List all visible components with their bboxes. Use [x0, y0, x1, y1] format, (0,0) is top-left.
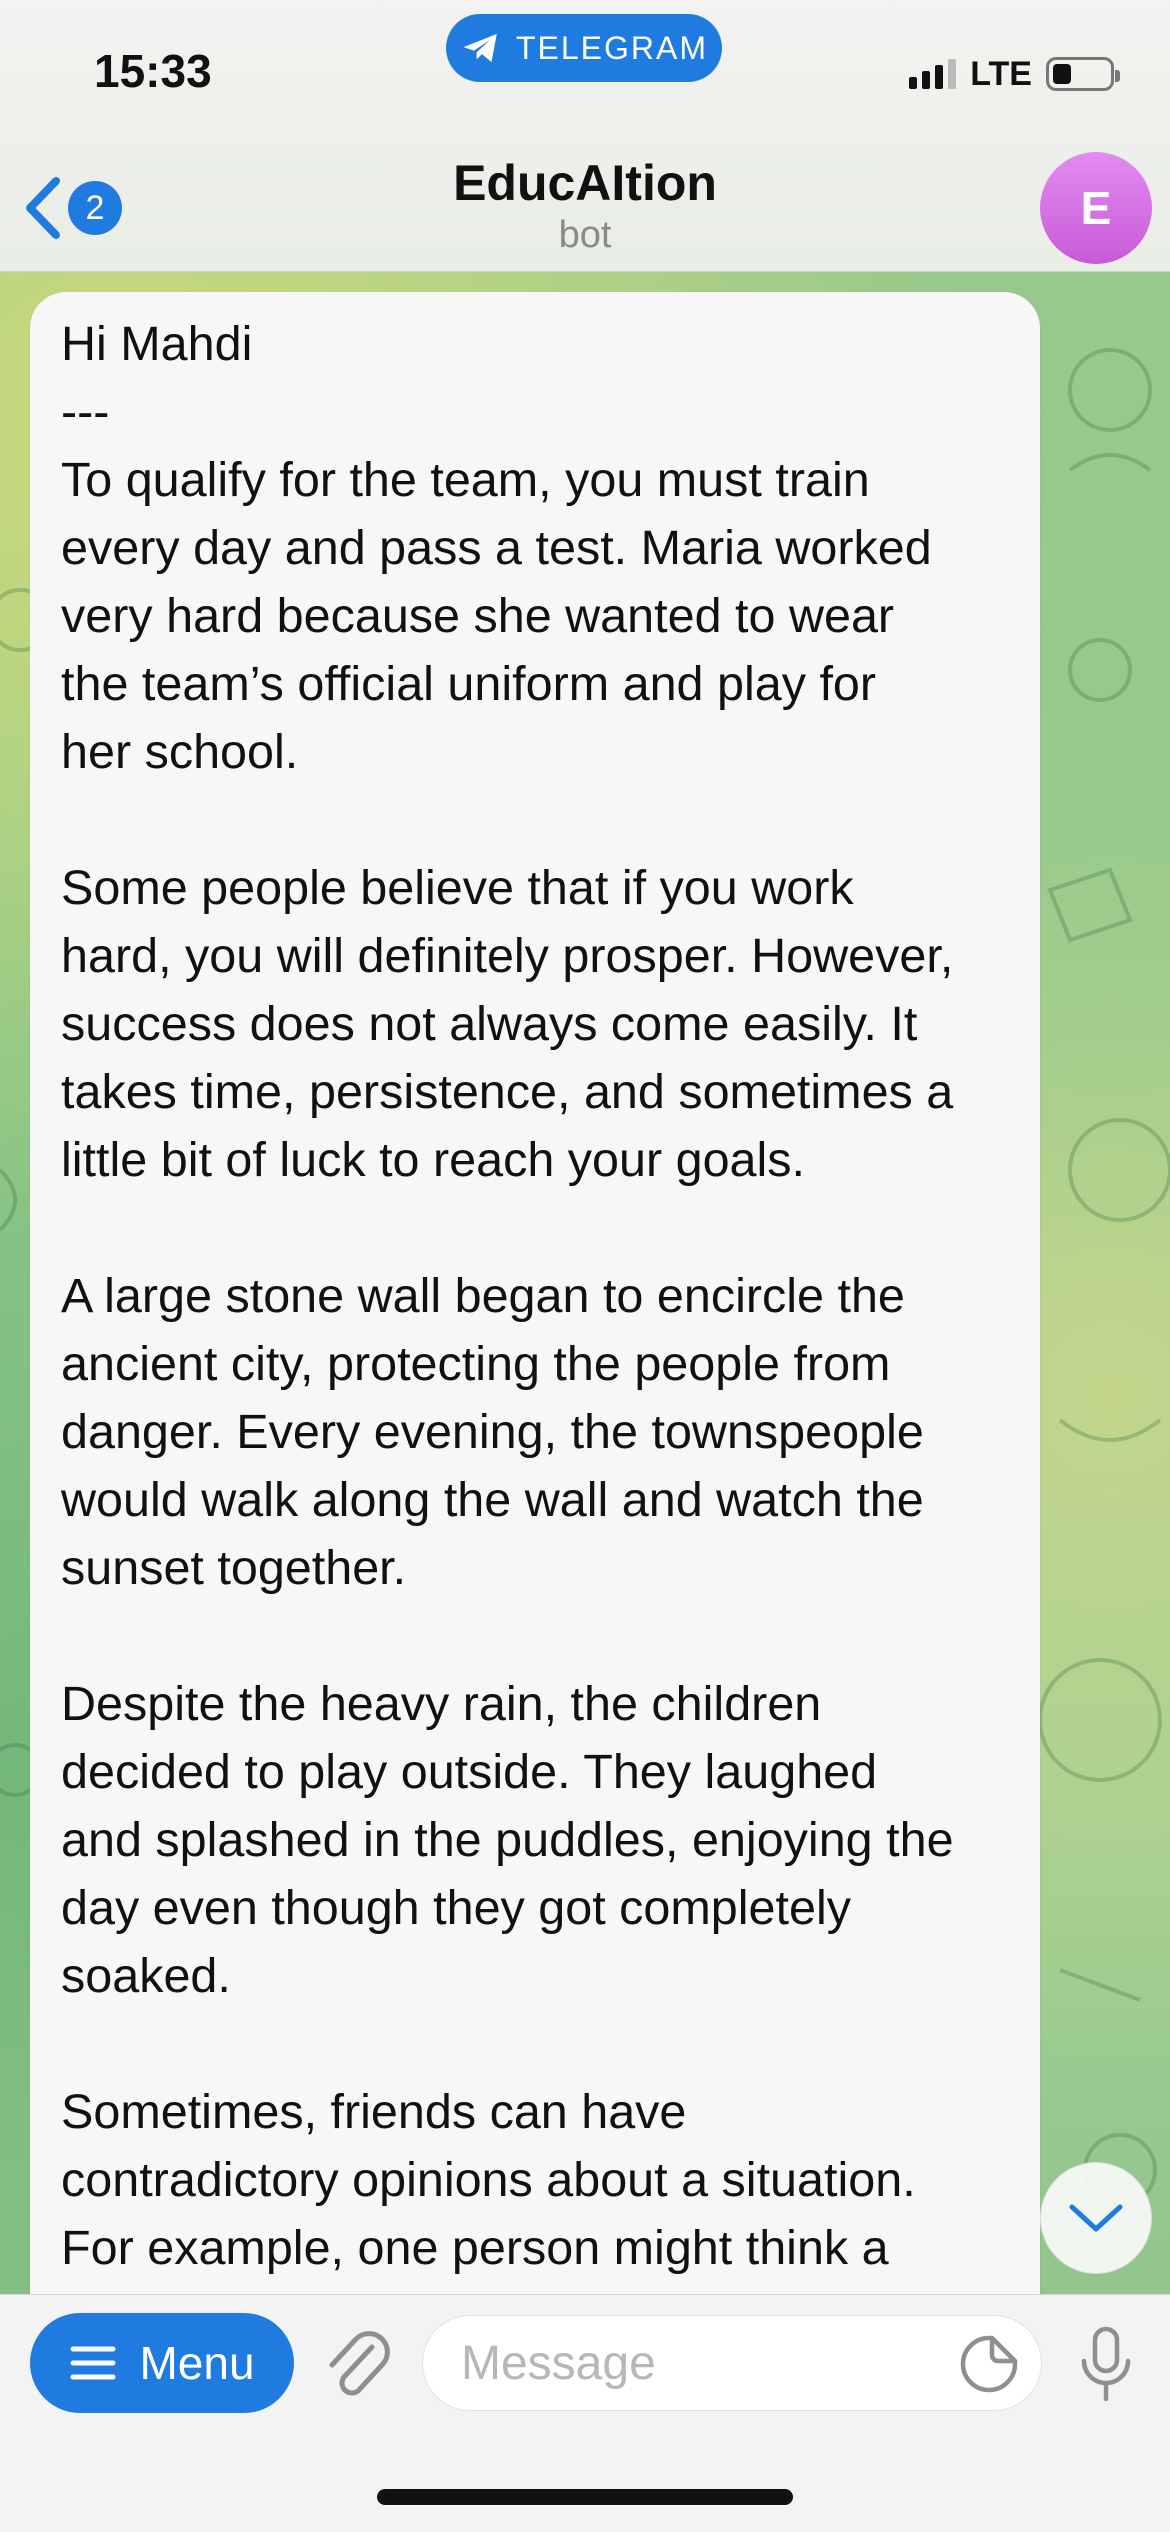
scroll-to-bottom-button[interactable] [1040, 2162, 1152, 2274]
message-line: every day and pass a test. Maria worked [61, 521, 932, 575]
signal-icon [909, 59, 957, 89]
home-indicator [377, 2489, 793, 2505]
message-line [61, 1194, 1010, 1262]
microphone-icon[interactable] [1076, 2325, 1136, 2405]
message-bubble[interactable]: Hi Mahdi --- To qualify for the team, you … [30, 292, 1040, 2332]
telegram-pill-label: TELEGRAM [515, 29, 709, 66]
message-line: success does not always come easily. It [61, 997, 918, 1051]
status-indicators: LTE [909, 52, 1120, 96]
message-line [61, 2010, 1010, 2078]
message-line: and splashed in the puddles, enjoying th… [61, 1813, 954, 1867]
message-line: contradictory opinions about a situation… [61, 2153, 916, 2207]
message-line: To qualify for the team, you must train [61, 453, 870, 507]
message-line: takes time, persistence, and sometimes a [61, 1065, 954, 1119]
message-input[interactable]: Message [422, 2315, 1042, 2411]
chat-avatar[interactable]: E [1040, 152, 1152, 264]
chat-subtitle: bot [558, 214, 612, 256]
message-line: Despite the heavy rain, the children [61, 1677, 822, 1731]
message-line: Hi Mahdi [61, 317, 253, 371]
message-line: For example, one person might think a [61, 2221, 889, 2275]
message-line: soaked. [61, 1949, 231, 2003]
message-line: would walk along the wall and watch the [61, 1473, 924, 1527]
message-line: sunset together. [61, 1541, 407, 1595]
chevron-down-icon [1069, 2204, 1123, 2232]
network-type: LTE [970, 54, 1032, 93]
message-line: ancient city, protecting the people from [61, 1337, 891, 1391]
telegram-return-pill[interactable]: TELEGRAM [446, 14, 722, 82]
message-line: her school. [61, 725, 299, 779]
message-line: very hard because she wanted to wear [61, 589, 895, 643]
menu-label: Menu [139, 2337, 255, 2389]
menu-lines-icon [70, 2346, 116, 2380]
paperclip-icon[interactable] [320, 2325, 396, 2405]
message-line: Some people believe that if you work [61, 861, 854, 915]
sticker-icon[interactable] [958, 2333, 1020, 2395]
message-line [61, 1602, 1010, 1670]
message-line: the team’s official uniform and play for [61, 657, 877, 711]
message-line: little bit of luck to reach your goals. [61, 1133, 806, 1187]
telegram-plane-icon [463, 34, 497, 62]
bot-menu-button[interactable]: Menu [30, 2313, 294, 2413]
message-line: hard, you will definitely prosper. Howev… [61, 929, 954, 983]
battery-icon [1046, 57, 1120, 91]
message-line: day even though they got completely [61, 1881, 851, 1935]
message-line: decided to play outside. They laughed [61, 1745, 878, 1799]
message-line: A large stone wall began to encircle the [61, 1269, 905, 1323]
message-line: --- [61, 385, 110, 439]
message-line: Sometimes, friends can have [61, 2085, 687, 2139]
chat-title[interactable]: EducAItion [0, 154, 1170, 212]
status-time: 15:33 [94, 45, 212, 97]
message-line: danger. Every evening, the townspeople [61, 1405, 924, 1459]
message-line [61, 786, 1010, 854]
